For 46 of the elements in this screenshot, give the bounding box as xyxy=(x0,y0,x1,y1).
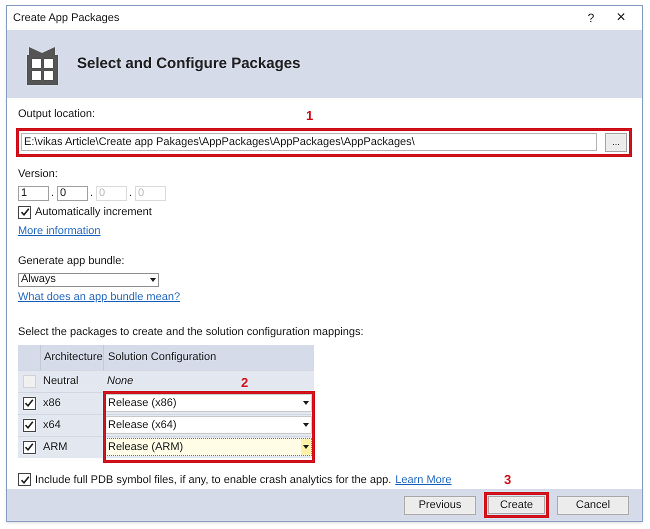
version-separator: . xyxy=(51,186,55,200)
annotation-number: 1 xyxy=(306,109,314,122)
version-field[interactable]: 0 xyxy=(57,186,88,201)
configuration-dropdown[interactable]: Release (x64) xyxy=(105,416,312,434)
checkbox[interactable] xyxy=(18,473,31,486)
more-information-link[interactable]: More information xyxy=(18,222,101,239)
bundle-help-link[interactable]: What does an app bundle mean? xyxy=(18,288,180,305)
close-button[interactable]: × xyxy=(606,10,636,26)
help-button[interactable]: ? xyxy=(576,9,606,27)
caret-icon xyxy=(303,445,309,449)
field-label: Version: xyxy=(18,167,59,182)
checkbox[interactable] xyxy=(18,206,31,219)
checkbox[interactable] xyxy=(22,396,36,410)
version-separator: . xyxy=(129,186,133,200)
create-button[interactable]: Create xyxy=(488,496,545,514)
checkbox-label: Automatically increment xyxy=(35,205,152,220)
table-cell-text: None xyxy=(106,374,134,389)
version-separator: . xyxy=(90,186,94,200)
configuration-dropdown[interactable]: Release (ARM) xyxy=(105,438,312,456)
configuration-dropdown[interactable]: Release (x86) xyxy=(105,394,312,412)
version-field[interactable]: 1 xyxy=(18,186,49,201)
table-cell-text: x86 xyxy=(42,396,62,411)
field-label: Generate app bundle: xyxy=(18,254,126,269)
window-title: Create App Packages xyxy=(13,10,120,26)
annotation-number: 2 xyxy=(241,374,248,390)
table-cell-text: Neutral xyxy=(42,374,80,389)
column-header: Architecture xyxy=(40,344,103,370)
caret-icon xyxy=(150,278,156,282)
browse-button[interactable]: ... xyxy=(605,133,627,152)
output-location-field[interactable]: E:\vikas Article\Create app Pakages\AppPackages\AppPackages\AppPackages\ xyxy=(21,133,597,151)
bundle-dropdown[interactable]: Always xyxy=(18,272,159,286)
annotation-number: 3 xyxy=(504,472,512,487)
section-label: Select the packages to create and the solution configuration mappings: xyxy=(18,325,365,340)
dialog-button[interactable]: Cancel xyxy=(557,496,629,514)
checkbox[interactable] xyxy=(22,418,36,432)
column-header: Solution Configuration xyxy=(103,344,314,370)
dialog-button[interactable]: Previous xyxy=(404,496,476,514)
caret-icon xyxy=(303,423,309,427)
table-cell-text: x64 xyxy=(42,418,62,433)
table-cell-text: ARM xyxy=(42,440,68,455)
checkbox-label: Include full PDB symbol files, if any, to enable crash analytics for the app. xyxy=(35,472,392,488)
header-title: Select and Configure Packages xyxy=(77,54,300,74)
caret-icon xyxy=(303,401,309,405)
checkbox[interactable] xyxy=(22,440,36,454)
learn-more-link[interactable]: Learn More xyxy=(395,472,452,488)
field-label: Output location: xyxy=(18,106,96,122)
